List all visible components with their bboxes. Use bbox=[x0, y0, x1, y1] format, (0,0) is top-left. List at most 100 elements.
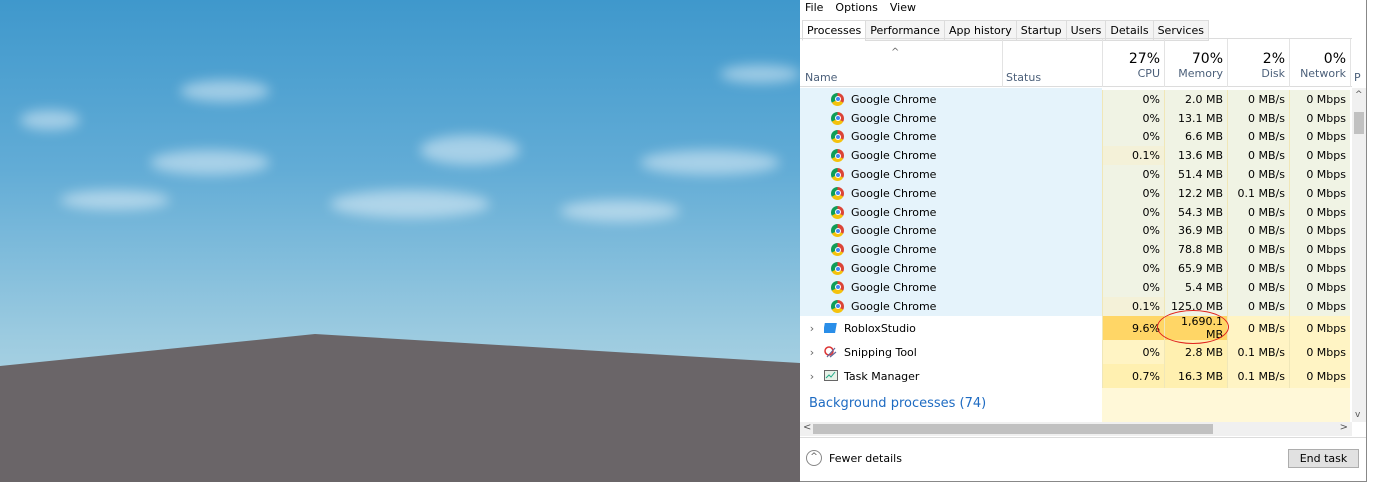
vertical-scrollbar[interactable]: ^ v bbox=[1352, 88, 1366, 422]
cpu-total: 27% bbox=[1128, 51, 1160, 67]
disk-value: 0.1 MB/s bbox=[1227, 340, 1289, 364]
background-processes-group[interactable]: Background processes (74) bbox=[809, 396, 986, 411]
scroll-right-icon[interactable]: > bbox=[1340, 422, 1348, 433]
horizontal-scroll-thumb[interactable] bbox=[813, 424, 1213, 434]
game-viewport bbox=[0, 0, 800, 482]
process-row-chrome[interactable]: Google Chrome 0% 6.6 MB 0 MB/s 0 Mbps bbox=[800, 127, 1352, 147]
process-row-chrome[interactable]: Google Chrome 0% 2.0 MB 0 MB/s 0 Mbps bbox=[800, 90, 1352, 109]
memory-total: 70% bbox=[1191, 51, 1223, 67]
disk-value: 0 MB/s bbox=[1227, 278, 1289, 297]
process-row-chrome[interactable]: Google Chrome 0% 13.1 MB 0 MB/s 0 Mbps bbox=[800, 108, 1352, 128]
process-name: Google Chrome bbox=[851, 243, 937, 257]
memory-value: 65.9 MB bbox=[1164, 259, 1227, 278]
process-row-chrome[interactable]: Google Chrome 0% 12.2 MB 0.1 MB/s 0 Mbps bbox=[800, 184, 1352, 203]
column-memory[interactable]: 70% Memory bbox=[1164, 39, 1227, 87]
disk-value: 0.1 MB/s bbox=[1227, 184, 1289, 203]
menu-options[interactable]: Options bbox=[835, 1, 877, 14]
cpu-value: 9.6% bbox=[1102, 316, 1164, 340]
google-chrome-icon bbox=[831, 130, 844, 144]
process-name: Google Chrome bbox=[851, 299, 937, 313]
process-row-chrome[interactable]: Google Chrome 0% 5.4 MB 0 MB/s 0 Mbps bbox=[800, 278, 1352, 297]
process-row-robloxstudio[interactable]: › RobloxStudio 9.6% 1,690.1 MB 0 MB/s 0 Mbps bbox=[800, 315, 1352, 341]
cpu-label: CPU bbox=[1137, 67, 1160, 80]
network-total: 0% bbox=[1323, 51, 1346, 67]
network-value: 0 Mbps bbox=[1289, 165, 1350, 184]
network-value: 0 Mbps bbox=[1289, 240, 1350, 260]
memory-value: 51.4 MB bbox=[1164, 165, 1227, 184]
disk-value: 0 MB/s bbox=[1227, 221, 1289, 241]
cpu-value: 0% bbox=[1102, 184, 1164, 203]
disk-value: 0 MB/s bbox=[1227, 108, 1289, 128]
column-status[interactable]: Status bbox=[1002, 39, 1102, 87]
process-name: Google Chrome bbox=[851, 111, 937, 125]
memory-value: 54.3 MB bbox=[1164, 202, 1227, 222]
google-chrome-icon bbox=[831, 111, 844, 125]
menu-view[interactable]: View bbox=[890, 1, 916, 14]
network-value: 0 Mbps bbox=[1289, 146, 1350, 166]
vertical-scroll-thumb[interactable] bbox=[1354, 112, 1364, 134]
column-power-partial[interactable]: P bbox=[1350, 39, 1361, 87]
network-value: 0 Mbps bbox=[1289, 221, 1350, 241]
process-name: Google Chrome bbox=[851, 149, 937, 163]
column-cpu[interactable]: 27% CPU bbox=[1102, 39, 1164, 87]
cpu-value: 0.1% bbox=[1102, 146, 1164, 166]
disk-label: Disk bbox=[1261, 67, 1285, 80]
google-chrome-icon bbox=[831, 149, 844, 163]
column-disk[interactable]: 2% Disk bbox=[1227, 39, 1289, 87]
memory-value: 13.1 MB bbox=[1164, 108, 1227, 128]
process-row-chrome[interactable]: Google Chrome 0% 78.8 MB 0 MB/s 0 Mbps bbox=[800, 240, 1352, 260]
network-value: 0 Mbps bbox=[1289, 278, 1350, 297]
expand-chevron-icon[interactable]: › bbox=[800, 346, 824, 359]
process-name: Google Chrome bbox=[851, 168, 937, 182]
cpu-value: 0.1% bbox=[1102, 296, 1164, 316]
disk-value: 0 MB/s bbox=[1227, 240, 1289, 260]
disk-value: 0 MB/s bbox=[1227, 202, 1289, 222]
scroll-left-icon[interactable]: < bbox=[803, 422, 811, 433]
expand-chevron-icon[interactable]: › bbox=[800, 322, 824, 335]
process-row-chrome[interactable]: Google Chrome 0% 51.4 MB 0 MB/s 0 Mbps bbox=[800, 165, 1352, 184]
memory-value: 5.4 MB bbox=[1164, 278, 1227, 297]
scroll-down-icon[interactable]: v bbox=[1355, 410, 1360, 420]
disk-value: 0.1 MB/s bbox=[1227, 364, 1289, 388]
network-value: 0 Mbps bbox=[1289, 90, 1350, 109]
cpu-value: 0.7% bbox=[1102, 364, 1164, 388]
process-name: Google Chrome bbox=[851, 262, 937, 276]
menu-file[interactable]: File bbox=[805, 1, 823, 14]
cpu-value: 0% bbox=[1102, 340, 1164, 364]
memory-value: 12.2 MB bbox=[1164, 184, 1227, 203]
process-name: Google Chrome bbox=[851, 280, 937, 294]
google-chrome-icon bbox=[831, 280, 844, 294]
process-row-chrome[interactable]: Google Chrome 0.1% 125.0 MB 0 MB/s 0 Mbps bbox=[800, 296, 1352, 316]
process-list: Google Chrome 0% 2.0 MB 0 MB/s 0 Mbps Google … bbox=[800, 88, 1352, 422]
process-row-task-manager[interactable]: › Task Manager 0.7% 16.3 MB 0.1 MB/s 0 Mbps bbox=[800, 364, 1352, 388]
process-name: Google Chrome bbox=[851, 224, 937, 238]
process-row-chrome[interactable]: Google Chrome 0% 65.9 MB 0 MB/s 0 Mbps bbox=[800, 259, 1352, 278]
memory-label: Memory bbox=[1178, 67, 1223, 80]
google-chrome-icon bbox=[831, 168, 844, 182]
process-row-chrome[interactable]: Google Chrome 0.1% 13.6 MB 0 MB/s 0 Mbps bbox=[800, 146, 1352, 166]
fewer-details-button[interactable]: ^ Fewer details bbox=[806, 450, 902, 466]
empty-heat-area bbox=[1102, 388, 1350, 422]
expand-chevron-icon[interactable]: › bbox=[800, 370, 824, 383]
disk-value: 0 MB/s bbox=[1227, 259, 1289, 278]
memory-value: 36.9 MB bbox=[1164, 221, 1227, 241]
process-row-snipping-tool[interactable]: › Snipping Tool 0% 2.8 MB 0.1 MB/s 0 Mbps bbox=[800, 340, 1352, 364]
disk-value: 0 MB/s bbox=[1227, 90, 1289, 109]
column-network[interactable]: 0% Network bbox=[1289, 39, 1350, 87]
disk-value: 0 MB/s bbox=[1227, 146, 1289, 166]
scroll-up-icon[interactable]: ^ bbox=[1355, 90, 1363, 100]
google-chrome-icon bbox=[831, 262, 844, 276]
cpu-value: 0% bbox=[1102, 221, 1164, 241]
snipping-tool-icon bbox=[824, 346, 837, 358]
column-name[interactable]: Name bbox=[800, 39, 1002, 87]
network-value: 0 Mbps bbox=[1289, 364, 1350, 388]
cpu-value: 0% bbox=[1102, 90, 1164, 109]
process-row-chrome[interactable]: Google Chrome 0% 54.3 MB 0 MB/s 0 Mbps bbox=[800, 202, 1352, 222]
memory-value: 6.6 MB bbox=[1164, 127, 1227, 147]
end-task-button[interactable]: End task bbox=[1288, 449, 1359, 468]
footer: ^ Fewer details End task bbox=[800, 437, 1366, 481]
task-manager-window: File Options View Processes Performance … bbox=[800, 0, 1367, 482]
process-name: Task Manager bbox=[844, 369, 920, 383]
horizontal-scrollbar[interactable]: < > bbox=[800, 422, 1352, 436]
process-row-chrome[interactable]: Google Chrome 0% 36.9 MB 0 MB/s 0 Mbps bbox=[800, 221, 1352, 241]
